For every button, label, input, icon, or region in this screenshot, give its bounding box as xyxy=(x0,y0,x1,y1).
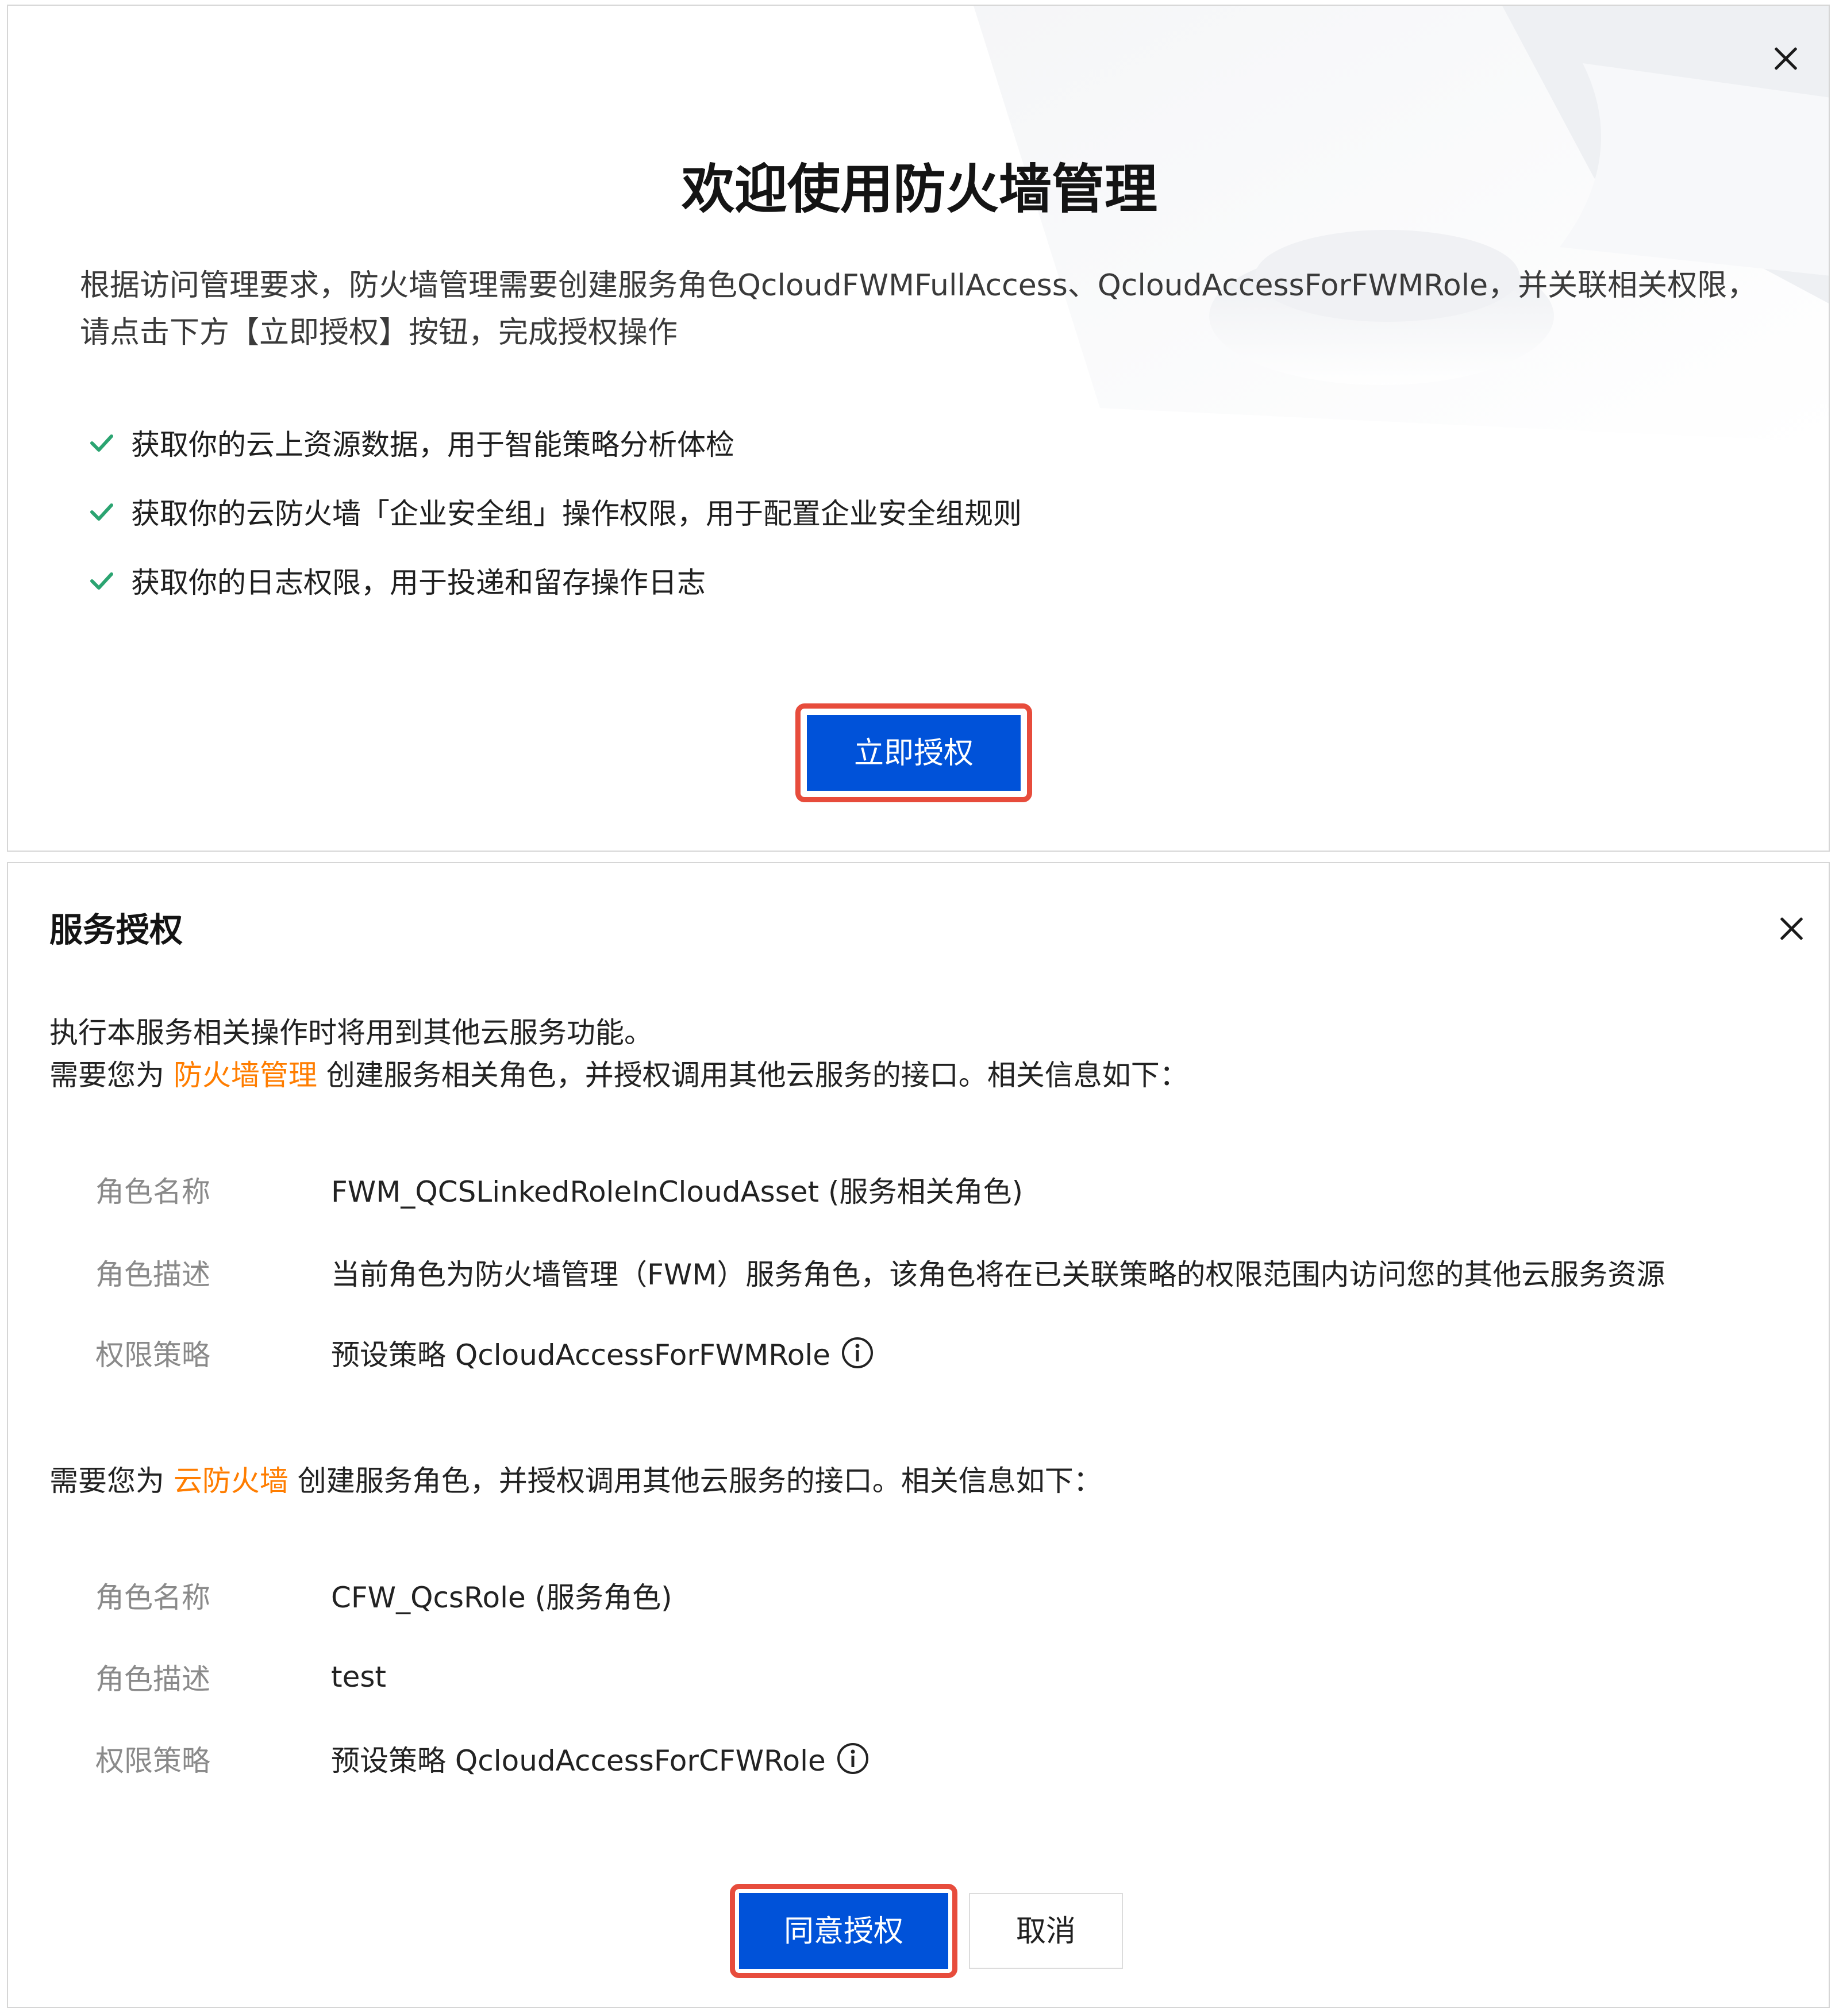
check-icon xyxy=(90,503,113,521)
info-label: 角色描述 xyxy=(95,1663,210,1696)
close-icon[interactable] xyxy=(1768,41,1803,76)
section2-description: 需要您为 云防火墙 创建服务角色，并授权调用其他云服务的接口。相关信息如下： xyxy=(49,1460,1102,1502)
agree-authorize-button[interactable]: 同意授权 xyxy=(739,1893,948,1969)
dialog-title: 服务授权 xyxy=(49,910,183,949)
list-item: 获取你的云上资源数据，用于智能策略分析体检 xyxy=(87,408,1022,477)
welcome-dialog: 欢迎使用防火墙管理 根据访问管理要求，防火墙管理需要创建服务角色QcloudFW… xyxy=(7,5,1830,852)
info-label: 角色描述 xyxy=(95,1258,210,1291)
checklist-text: 获取你的云防火墙「企业安全组」操作权限，用于配置企业安全组规则 xyxy=(131,497,1022,530)
list-item: 获取你的日志权限，用于投递和留存操作日志 xyxy=(87,546,1022,615)
info-value: CFW_QcsRole (服务角色) xyxy=(331,1581,672,1614)
intro-line: 执行本服务相关操作时将用到其他云服务功能。 xyxy=(49,1016,653,1049)
section2-prefix: 需要您为 xyxy=(49,1464,174,1498)
service-name-fwm: 防火墙管理 xyxy=(173,1059,317,1092)
checklist-text: 获取你的日志权限，用于投递和留存操作日志 xyxy=(131,566,706,599)
info-label: 角色名称 xyxy=(95,1175,210,1209)
info-value: test xyxy=(331,1660,387,1694)
service-auth-dialog: 服务授权 执行本服务相关操作时将用到其他云服务功能。 需要您为 防火墙管理 创建… xyxy=(7,862,1830,2008)
section1-prefix: 需要您为 xyxy=(49,1059,174,1092)
close-icon[interactable] xyxy=(1774,911,1809,946)
info-value: 预设策略 QcloudAccessForFWMRole xyxy=(331,1332,874,1374)
check-icon xyxy=(90,572,113,590)
info-row-role-name: 角色名称 CFW_QcsRole (服务角色) xyxy=(95,1572,672,1618)
section1-suffix: 创建服务相关角色，并授权调用其他云服务的接口。相关信息如下： xyxy=(317,1059,1188,1092)
welcome-title: 欢迎使用防火墙管理 xyxy=(681,159,1157,220)
info-label: 角色名称 xyxy=(95,1581,210,1614)
info-value: 预设策略 QcloudAccessForCFWRole xyxy=(331,1738,870,1779)
info-label: 权限策略 xyxy=(95,1744,210,1778)
info-row-role-name: 角色名称 FWM_QCSLinkedRoleInCloudAsset (服务相关… xyxy=(95,1167,1023,1213)
info-row-policy: 权限策略 预设策略 QcloudAccessForCFWRole xyxy=(95,1736,870,1782)
check-icon xyxy=(90,434,113,452)
info-row-role-desc: 角色描述 test xyxy=(95,1654,386,1700)
policy-text: 预设策略 QcloudAccessForFWMRole xyxy=(331,1338,831,1372)
info-value: FWM_QCSLinkedRoleInCloudAsset (服务相关角色) xyxy=(331,1175,1024,1209)
authorize-now-button[interactable]: 立即授权 xyxy=(807,715,1021,791)
info-value: 当前角色为防火墙管理（FWM）服务角色，该角色将在已关联策略的权限范围内访问您的… xyxy=(331,1258,1665,1291)
info-label: 权限策略 xyxy=(95,1338,210,1372)
info-row-policy: 权限策略 预设策略 QcloudAccessForFWMRole xyxy=(95,1330,874,1376)
section1-description: 需要您为 防火墙管理 创建服务相关角色，并授权调用其他云服务的接口。相关信息如下… xyxy=(49,1054,1188,1097)
list-item: 获取你的云防火墙「企业安全组」操作权限，用于配置企业安全组规则 xyxy=(87,477,1022,546)
info-icon[interactable] xyxy=(841,1336,874,1369)
service-name-cfw: 云防火墙 xyxy=(173,1464,288,1498)
info-icon[interactable] xyxy=(836,1742,870,1775)
cancel-button[interactable]: 取消 xyxy=(969,1893,1123,1969)
policy-text: 预设策略 QcloudAccessForCFWRole xyxy=(331,1744,826,1778)
permission-checklist: 获取你的云上资源数据，用于智能策略分析体检 获取你的云防火墙「企业安全组」操作权… xyxy=(87,408,1022,615)
checklist-text: 获取你的云上资源数据，用于智能策略分析体检 xyxy=(131,428,734,461)
welcome-intro: 根据访问管理要求，防火墙管理需要创建服务角色QcloudFWMFullAcces… xyxy=(80,268,1757,350)
section2-suffix: 创建服务角色，并授权调用其他云服务的接口。相关信息如下： xyxy=(288,1464,1102,1498)
info-row-role-desc: 角色描述 当前角色为防火墙管理（FWM）服务角色，该角色将在已关联策略的权限范围… xyxy=(95,1249,1665,1295)
